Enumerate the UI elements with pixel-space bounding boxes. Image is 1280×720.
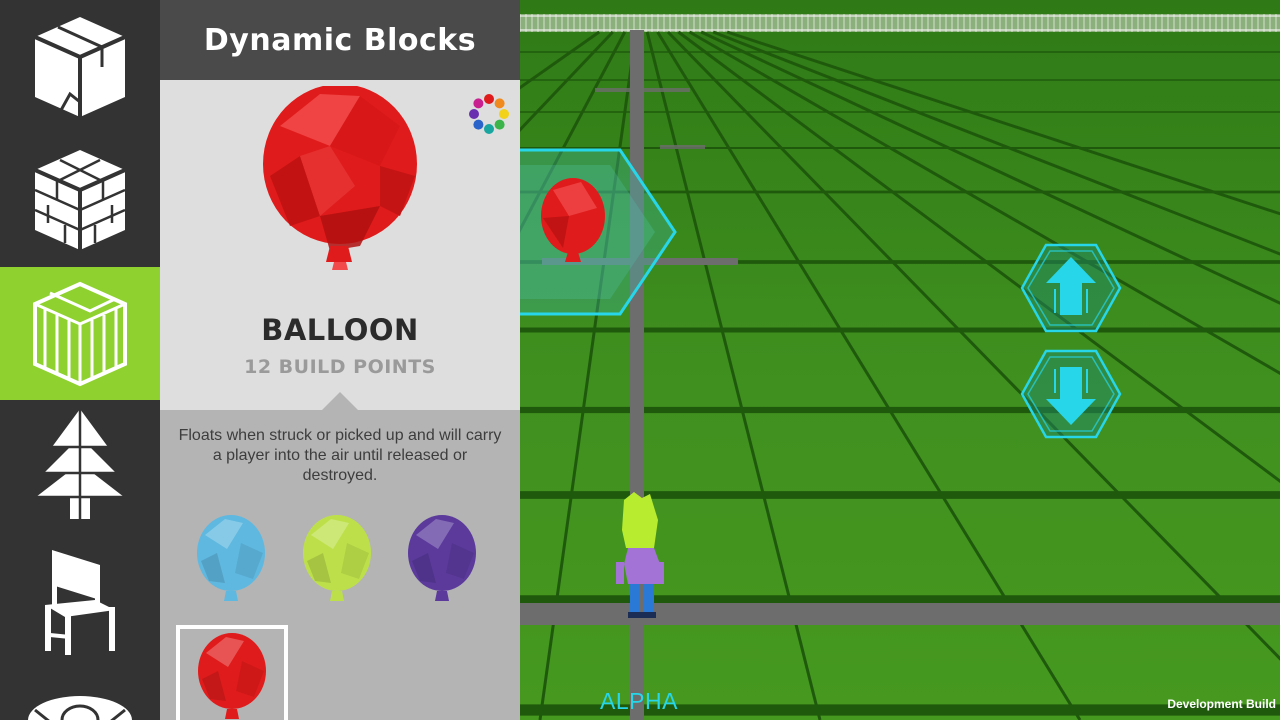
- balloon-purple-icon: [408, 514, 476, 601]
- balloon-preview-image: [263, 86, 417, 270]
- category-tools[interactable]: [0, 666, 160, 720]
- variant-balloon-lime[interactable]: [282, 510, 392, 610]
- variant-balloon-blue[interactable]: [176, 510, 286, 610]
- balloon-red-icon: [198, 632, 266, 719]
- palette-swatch: [469, 109, 479, 119]
- palette-swatch: [484, 124, 494, 134]
- brick-cube-icon: [34, 149, 126, 250]
- palette-swatch: [473, 119, 484, 130]
- description-pointer: [322, 392, 358, 410]
- category-furniture[interactable]: [0, 533, 160, 666]
- category-bricks[interactable]: [0, 133, 160, 266]
- block-panel: Dynamic Blocks BALLOON 12 BUILD POINTS F…: [160, 0, 520, 720]
- lower-button[interactable]: [1020, 349, 1122, 439]
- block-name: BALLOON: [261, 313, 419, 347]
- category-rail: [0, 0, 160, 720]
- category-dynamic-blocks[interactable]: [0, 267, 160, 400]
- palette-swatch: [494, 98, 505, 109]
- box-icon: [34, 16, 126, 117]
- build-points: 12 BUILD POINTS: [244, 356, 436, 378]
- category-nature[interactable]: [0, 400, 160, 533]
- block-preview: BALLOON 12 BUILD POINTS: [160, 80, 520, 410]
- block-description: Floats when struck or picked up and will…: [178, 427, 502, 484]
- alpha-label: ALPHA: [600, 688, 678, 714]
- development-build-label: Development Build: [1167, 697, 1276, 711]
- palette-swatch: [473, 98, 484, 109]
- balloon-blue-icon: [197, 514, 265, 601]
- variant-balloon-purple[interactable]: [387, 510, 497, 610]
- balloon-lime-icon: [303, 514, 371, 601]
- tree-icon: [36, 408, 124, 519]
- color-palette-icon[interactable]: [465, 90, 513, 138]
- palette-swatch: [484, 94, 494, 104]
- game-world-viewport[interactable]: [520, 0, 1280, 720]
- palette-swatch: [499, 109, 509, 119]
- category-boxes[interactable]: [0, 0, 160, 133]
- chair-icon: [45, 549, 115, 655]
- variant-balloon-red[interactable]: [176, 625, 288, 720]
- cannon-icon: [28, 696, 132, 720]
- grass-field: [520, 0, 1280, 720]
- dynamic-block-icon: [33, 281, 127, 386]
- panel-title: Dynamic Blocks: [160, 0, 520, 80]
- palette-swatch: [494, 119, 505, 130]
- raise-button[interactable]: [1020, 243, 1122, 333]
